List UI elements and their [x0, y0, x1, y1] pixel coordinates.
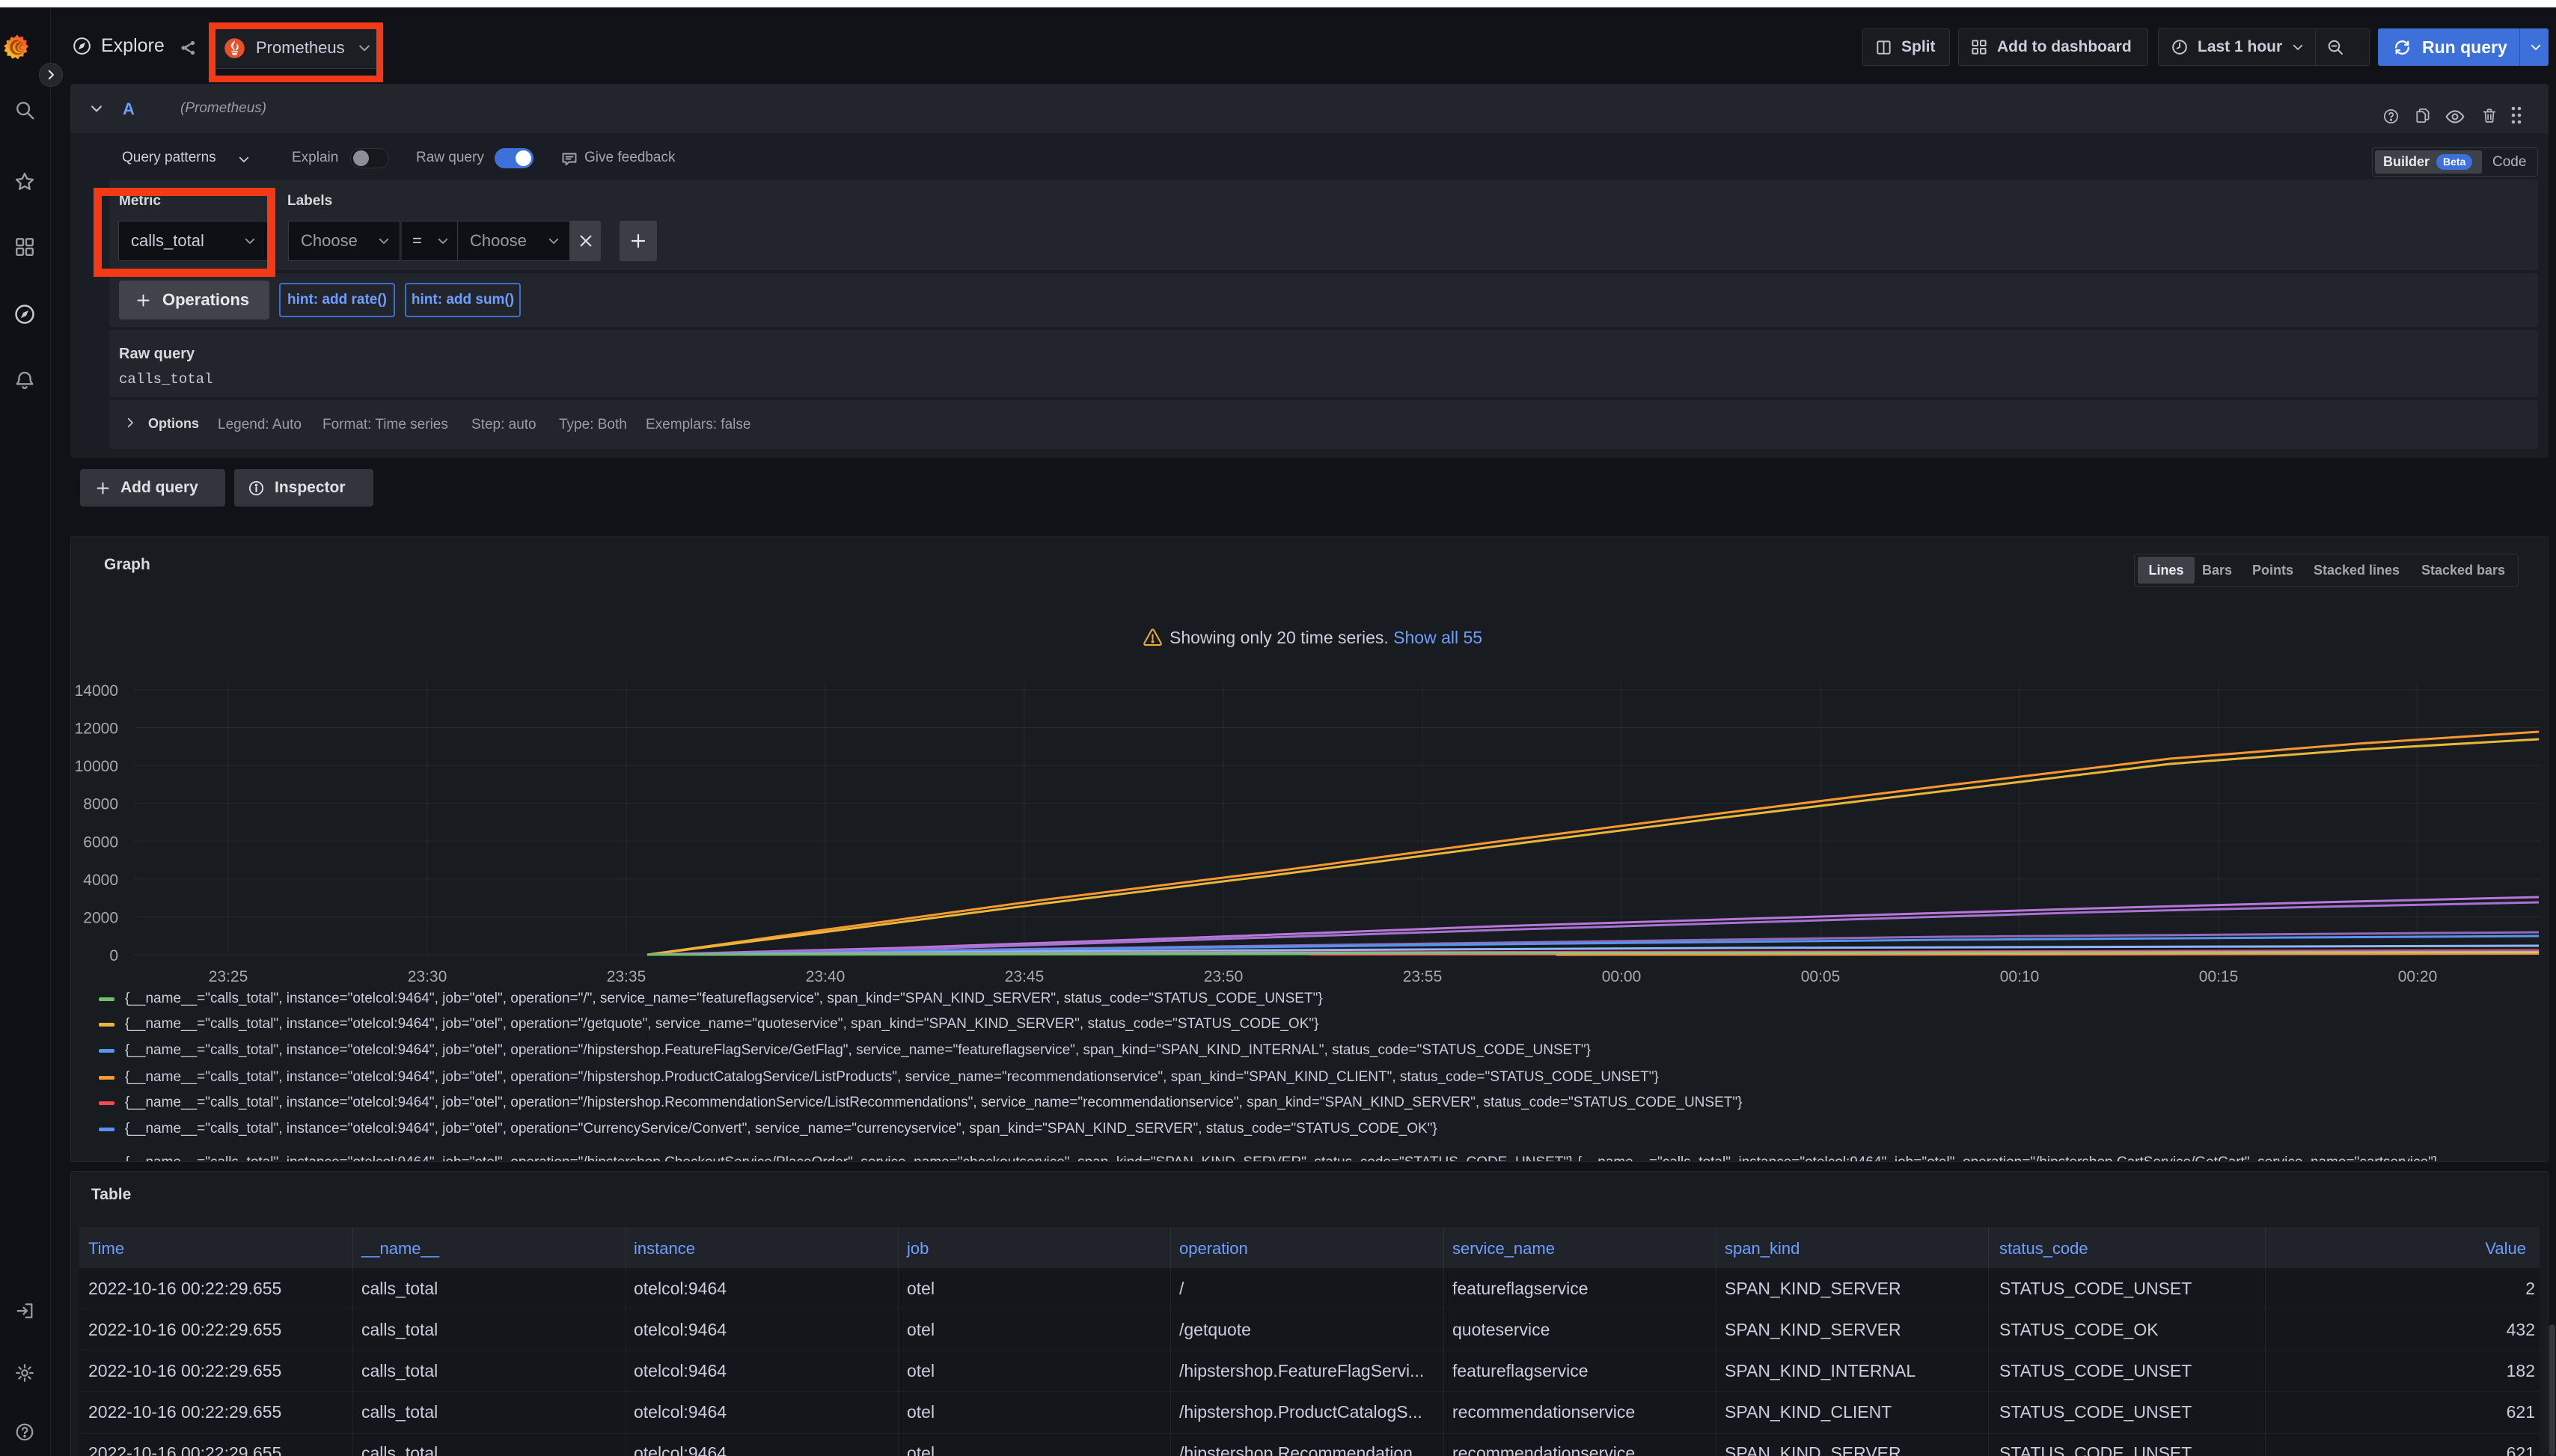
svg-text:23:35: 23:35: [607, 968, 646, 985]
svg-text:14000: 14000: [75, 682, 118, 700]
svg-text:00:05: 00:05: [1801, 968, 1841, 985]
svg-text:12000: 12000: [75, 721, 118, 738]
svg-text:00:00: 00:00: [1602, 968, 1642, 985]
svg-text:00:20: 00:20: [2398, 968, 2438, 985]
svg-text:10000: 10000: [75, 758, 118, 775]
svg-text:8000: 8000: [83, 796, 118, 813]
svg-text:23:45: 23:45: [1005, 968, 1045, 985]
svg-text:4000: 4000: [83, 872, 118, 889]
svg-text:23:55: 23:55: [1403, 968, 1443, 985]
svg-text:0: 0: [109, 947, 118, 964]
svg-text:00:10: 00:10: [2000, 968, 2040, 985]
svg-text:00:15: 00:15: [2199, 968, 2239, 985]
svg-text:23:30: 23:30: [408, 968, 447, 985]
svg-text:23:50: 23:50: [1204, 968, 1244, 985]
svg-text:2000: 2000: [83, 909, 118, 926]
svg-text:6000: 6000: [83, 833, 118, 851]
svg-text:23:25: 23:25: [209, 968, 248, 985]
svg-text:23:40: 23:40: [806, 968, 846, 985]
